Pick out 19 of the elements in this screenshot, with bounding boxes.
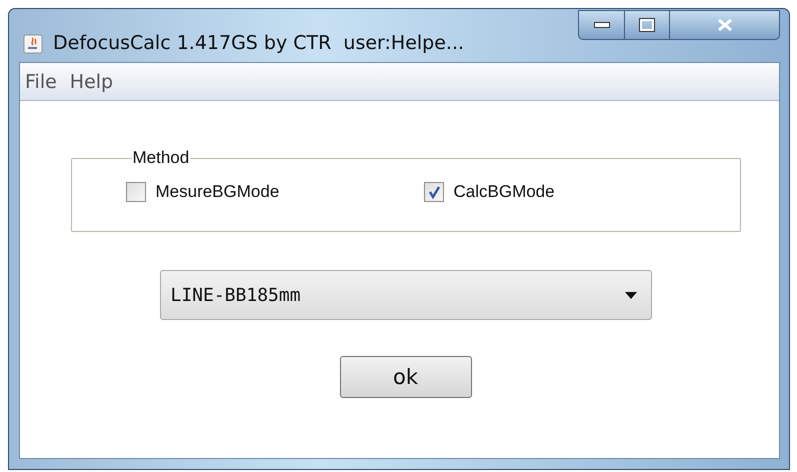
checkmark-icon: [426, 185, 440, 199]
dropdown-arrow-icon: [624, 292, 636, 298]
group-title: Method: [132, 148, 190, 168]
checkbox[interactable]: [126, 182, 146, 202]
menu-item[interactable]: File: [23, 70, 59, 92]
maximize-icon: [639, 18, 655, 32]
minimize-icon: [594, 22, 610, 28]
checkbox-label: CalcBGMode: [454, 182, 555, 202]
ok-button[interactable]: ok: [340, 356, 472, 398]
checkbox[interactable]: [424, 182, 444, 202]
close-button[interactable]: [670, 10, 780, 40]
minimize-button[interactable]: [578, 10, 625, 40]
maximize-button[interactable]: [625, 10, 670, 40]
close-icon: [716, 18, 732, 32]
menu-item[interactable]: Help: [68, 70, 116, 92]
java-cup-icon: [23, 34, 43, 54]
checkbox-label: MesureBGMode: [156, 182, 280, 202]
window-title: DefocusCalc 1.417GS by CTR user:Helpe...: [53, 32, 466, 54]
mode-dropdown[interactable]: LINE-BB185mm: [160, 270, 652, 320]
